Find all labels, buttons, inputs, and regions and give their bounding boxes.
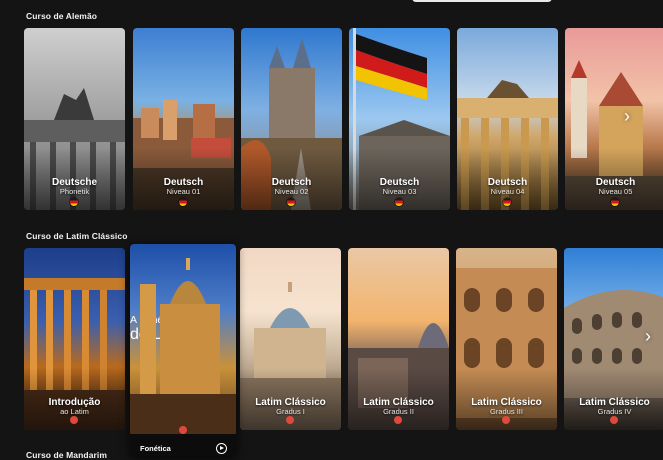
section-title-latim: Curso de Latim Clássico: [26, 231, 128, 241]
card-image: A Fonética do Latim: [130, 244, 236, 434]
course-card-fonetica-latim-hovered[interactable]: A Fonética do Latim Fonética: [130, 244, 236, 456]
course-card-latim-gradus-ii[interactable]: Latim Clássico Gradus II: [348, 248, 449, 430]
card-bar-label: Fonética: [140, 444, 171, 453]
section-title-mandarim: Curso de Mandarim: [26, 450, 108, 460]
top-search-bar[interactable]: [412, 0, 552, 2]
carousel-latim: Introdução ao Latim Latim Clássico Gradu…: [24, 248, 663, 430]
german-flag-icon: [503, 198, 511, 206]
card-subtitle: Phonetik: [59, 187, 90, 196]
red-dot-icon: [502, 416, 510, 424]
course-card-latim-gradus-iv[interactable]: Latim Clássico Gradus IV ›: [564, 248, 663, 430]
card-subtitle: Gradus III: [490, 407, 523, 416]
course-card-deutsch-niveau-03[interactable]: Deutsch Niveau 03: [349, 28, 450, 210]
german-flag-icon: [287, 198, 295, 206]
card-subtitle: Niveau 03: [382, 187, 417, 196]
card-subtitle: Gradus II: [383, 407, 414, 416]
chevron-right-icon[interactable]: ›: [645, 326, 651, 347]
course-card-deutsche-phonetik[interactable]: Deutsche Phonetik: [24, 28, 125, 210]
course-card-deutsch-niveau-04[interactable]: Deutsch Niveau 04: [457, 28, 558, 210]
course-card-latim-gradus-i[interactable]: Latim Clássico Gradus I: [240, 248, 341, 430]
card-subtitle: Niveau 02: [274, 187, 309, 196]
red-dot-icon: [179, 426, 187, 434]
carousel-alemao: Deutsche Phonetik Deutsch Niveau 01 Deut…: [24, 28, 663, 210]
section-title-alemao: Curso de Alemão: [26, 11, 98, 21]
course-card-deutsch-niveau-02[interactable]: Deutsch Niveau 02: [241, 28, 342, 210]
course-card-deutsch-niveau-01[interactable]: Deutsch Niveau 01: [133, 28, 234, 210]
course-card-latim-gradus-iii[interactable]: Latim Clássico Gradus III: [456, 248, 557, 430]
german-flag-icon: [179, 198, 187, 206]
red-dot-icon: [394, 416, 402, 424]
german-flag-icon: [611, 198, 619, 206]
course-card-deutsch-niveau-05[interactable]: Deutsch Niveau 05 ›: [565, 28, 663, 210]
card-subtitle: Niveau 05: [598, 187, 633, 196]
red-dot-icon: [286, 416, 294, 424]
card-subtitle: Niveau 01: [166, 187, 201, 196]
play-icon[interactable]: [216, 443, 227, 454]
card-subtitle: ao Latim: [60, 407, 89, 416]
german-flag-icon: [70, 198, 78, 206]
red-dot-icon: [610, 416, 618, 424]
red-dot-icon: [70, 416, 78, 424]
course-card-introducao-latim[interactable]: Introdução ao Latim: [24, 248, 125, 430]
german-flag-icon: [395, 198, 403, 206]
chevron-right-icon[interactable]: ›: [624, 106, 630, 127]
card-subtitle: Gradus IV: [597, 407, 632, 416]
roman-church-image: [130, 258, 236, 434]
card-subtitle: Gradus I: [276, 407, 305, 416]
card-subtitle: Niveau 04: [490, 187, 525, 196]
